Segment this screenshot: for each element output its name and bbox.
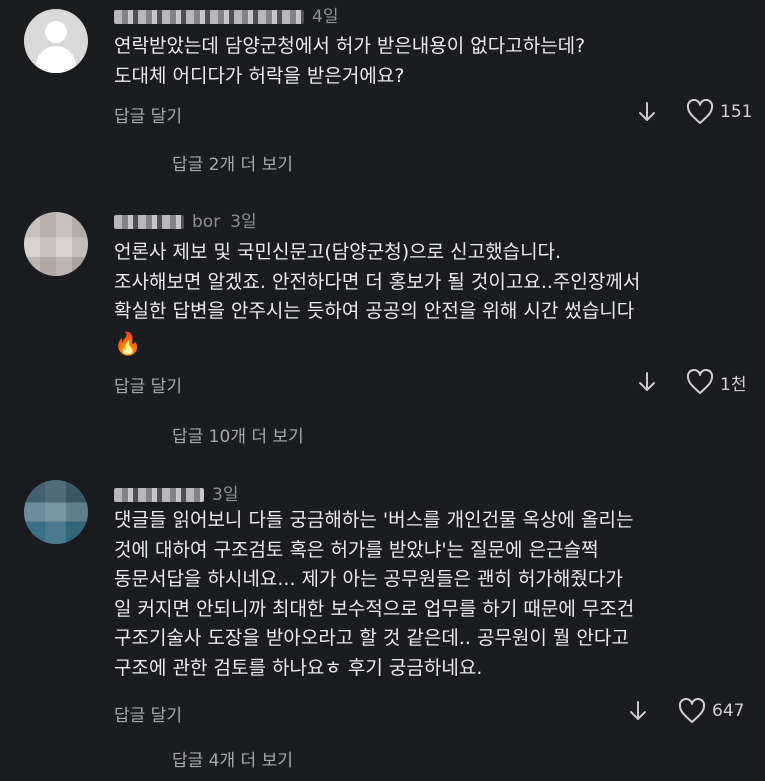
comment-meta: bor 3일 (114, 207, 257, 232)
arrow-down-icon[interactable] (637, 370, 657, 394)
like-count: 647 (712, 701, 745, 721)
heart-icon (686, 369, 714, 394)
username[interactable] (114, 215, 184, 229)
arrow-down-icon[interactable] (628, 699, 648, 723)
avatar[interactable] (24, 9, 88, 73)
username[interactable] (114, 488, 204, 502)
comment-meta: 3일 (114, 480, 238, 505)
heart-icon (678, 698, 706, 723)
like-button[interactable]: 1천 (686, 368, 746, 396)
comment-meta: 4일 (114, 2, 338, 27)
comment-time: 3일 (230, 212, 257, 232)
fire-emoji: 🔥 (114, 332, 142, 357)
view-more-replies[interactable]: 답글 4개 더 보기 (172, 746, 293, 771)
avatar[interactable] (24, 212, 88, 276)
like-button[interactable]: 647 (678, 697, 744, 725)
reply-button[interactable]: 답글 달기 (114, 701, 182, 726)
like-button[interactable]: 151 (686, 98, 752, 126)
view-more-replies[interactable]: 답글 10개 더 보기 (172, 422, 304, 447)
reply-button[interactable]: 답글 달기 (114, 102, 182, 127)
comment-time: 3일 (212, 485, 239, 505)
arrow-down-icon[interactable] (637, 100, 657, 124)
username-suffix: bor (192, 212, 221, 232)
avatar[interactable] (24, 480, 88, 544)
username[interactable] (114, 10, 304, 24)
comment-text: 언론사 제보 및 국민신문고(담양군청)으로 신고했습니다. 조사해보면 알겠죠… (114, 241, 641, 322)
comment-text: 댓글들 읽어보니 다들 궁금해하는 '버스를 개인건물 옥상에 올리는 것에 대… (114, 509, 635, 679)
reply-button[interactable]: 답글 달기 (114, 372, 182, 397)
comment-time: 4일 (312, 7, 339, 27)
like-count: 151 (720, 102, 753, 122)
like-count: 1천 (720, 374, 747, 395)
view-more-replies[interactable]: 답글 2개 더 보기 (172, 150, 293, 175)
comment-text: 연락받았는데 담양군청에서 허가 받은내용이 없다고하는데? 도대체 어디다가 … (114, 35, 586, 87)
heart-icon (686, 99, 714, 124)
